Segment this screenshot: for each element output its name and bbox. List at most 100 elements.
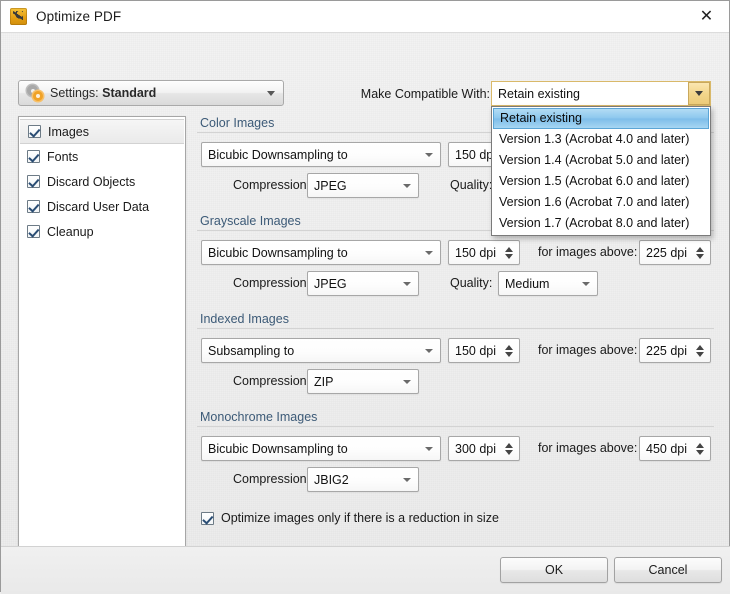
downsampling-method-combo[interactable]: Bicubic Downsampling to [201, 436, 441, 461]
settings-value: Standard [102, 86, 157, 100]
stepper-arrows-icon[interactable] [696, 246, 704, 259]
group-monochrome-images: Monochrome Images Bicubic Downsampling to… [197, 410, 714, 495]
stepper-arrows-icon[interactable] [696, 344, 704, 357]
stepper-arrows-icon[interactable] [505, 442, 513, 455]
optimize-images-only-checkbox[interactable]: Optimize images only if there is a reduc… [201, 511, 499, 525]
dropdown-option[interactable]: Retain existing [493, 108, 709, 129]
target-dpi-stepper[interactable]: 300 dpi [448, 436, 520, 461]
optimize-pdf-dialog: Optimize PDF ✕ Settings: Standard Make C… [0, 0, 730, 594]
downsampling-row: Bicubic Downsampling to 300 dpi for images… [197, 436, 714, 464]
stepper-arrows-icon[interactable] [696, 442, 704, 455]
quality-value: Medium [505, 276, 550, 291]
compression-combo[interactable]: JPEG [307, 271, 419, 296]
make-compatible-value: Retain existing [498, 86, 580, 101]
checkbox-icon[interactable] [27, 150, 40, 163]
chevron-down-icon [267, 90, 275, 96]
sidebar-item-fonts[interactable]: Fonts [19, 144, 185, 169]
downsampling-method-combo[interactable]: Subsampling to [201, 338, 441, 363]
quality-combo[interactable]: Medium [498, 271, 598, 296]
sidebar-item-label: Fonts [47, 149, 79, 164]
checkbox-icon[interactable] [27, 225, 40, 238]
chevron-down-icon [403, 281, 411, 286]
chevron-down-icon [403, 477, 411, 482]
threshold-dpi-stepper[interactable]: 225 dpi [639, 240, 711, 265]
sidebar-item-cleanup[interactable]: Cleanup [19, 219, 185, 244]
divider [197, 328, 714, 329]
downsampling-method-value: Bicubic Downsampling to [208, 441, 348, 456]
sidebar-item-label: Discard Objects [47, 174, 136, 189]
group-title: Indexed Images [200, 312, 289, 326]
target-dpi-value: 150 dpi [455, 147, 497, 162]
downsampling-row: Bicubic Downsampling to 150 dpi for images… [197, 240, 714, 268]
sidebar-item-label: Discard User Data [47, 199, 150, 214]
settings-preset-combo[interactable]: Settings: Standard [18, 80, 284, 106]
compression-label: Compression [233, 276, 307, 290]
threshold-dpi-stepper[interactable]: 225 dpi [639, 338, 711, 363]
chevron-down-icon [403, 379, 411, 384]
settings-prefix: Settings: [50, 86, 99, 100]
sidebar-item-discard-objects[interactable]: Discard Objects [19, 169, 185, 194]
compression-row: Compression JBIG2 [197, 467, 714, 495]
downsampling-method-value: Bicubic Downsampling to [208, 147, 348, 162]
close-icon[interactable]: ✕ [684, 1, 729, 31]
threshold-dpi-stepper[interactable]: 450 dpi [639, 436, 711, 461]
threshold-dpi-value: 450 dpi [646, 441, 688, 456]
stepper-arrows-icon[interactable] [505, 344, 513, 357]
dialog-body: Settings: Standard Make Compatible With:… [1, 33, 730, 594]
downsampling-method-combo[interactable]: Bicubic Downsampling to [201, 142, 441, 167]
compression-value: JPEG [314, 178, 347, 193]
threshold-dpi-value: 225 dpi [646, 245, 688, 260]
downsampling-row: Subsampling to 150 dpi for images above: 22… [197, 338, 714, 366]
target-dpi-value: 150 dpi [455, 245, 497, 260]
compression-value: ZIP [314, 374, 334, 389]
downsampling-method-combo[interactable]: Bicubic Downsampling to [201, 240, 441, 265]
chevron-down-icon[interactable] [688, 82, 710, 105]
compression-value: JPEG [314, 276, 347, 291]
make-compatible-label: Make Compatible With: [360, 87, 490, 101]
stepper-arrows-icon[interactable] [505, 246, 513, 259]
checkbox-icon[interactable] [27, 200, 40, 213]
target-dpi-stepper[interactable]: 150 dpi [448, 338, 520, 363]
compression-combo[interactable]: JBIG2 [307, 467, 419, 492]
compression-row: Compression JPEG Quality: Medium [197, 271, 714, 299]
for-images-above-label: for images above: [538, 441, 638, 455]
target-dpi-stepper[interactable]: 150 dpi [448, 240, 520, 265]
chevron-down-icon [425, 152, 433, 157]
for-images-above-label: for images above: [538, 343, 638, 357]
ok-button[interactable]: OK [500, 557, 608, 583]
window-title: Optimize PDF [36, 9, 122, 24]
sidebar-item-images[interactable]: Images [20, 119, 184, 144]
downsampling-method-value: Bicubic Downsampling to [208, 245, 348, 260]
group-indexed-images: Indexed Images Subsampling to 150 dpi for i… [197, 312, 714, 397]
compression-combo[interactable]: ZIP [307, 369, 419, 394]
gears-icon [27, 85, 43, 101]
target-dpi-value: 150 dpi [455, 343, 497, 358]
dropdown-option[interactable]: Version 1.5 (Acrobat 6.0 and later) [493, 171, 709, 192]
compression-combo[interactable]: JPEG [307, 173, 419, 198]
compression-label: Compression [233, 178, 307, 192]
compression-label: Compression [233, 472, 307, 486]
compression-label: Compression [233, 374, 307, 388]
checkbox-icon[interactable] [27, 175, 40, 188]
dropdown-option[interactable]: Version 1.7 (Acrobat 8.0 and later) [493, 213, 709, 234]
dropdown-option[interactable]: Version 1.3 (Acrobat 4.0 and later) [493, 129, 709, 150]
optimization-category-list[interactable]: Images Fonts Discard Objects Discard User D… [18, 116, 186, 569]
cancel-button[interactable]: Cancel [614, 557, 722, 583]
sidebar-item-label: Images [48, 124, 89, 139]
settings-combo-label: Settings: Standard [50, 86, 156, 100]
sidebar-item-label: Cleanup [47, 224, 94, 239]
divider [197, 426, 714, 427]
checkbox-icon[interactable] [28, 125, 41, 138]
dropdown-option[interactable]: Version 1.6 (Acrobat 7.0 and later) [493, 192, 709, 213]
make-compatible-dropdown-list[interactable]: Retain existing Version 1.3 (Acrobat 4.0 … [491, 106, 711, 236]
compression-value: JBIG2 [314, 472, 349, 487]
chevron-down-icon [582, 281, 590, 286]
compression-row: Compression ZIP [197, 369, 714, 397]
dropdown-option[interactable]: Version 1.4 (Acrobat 5.0 and later) [493, 150, 709, 171]
chevron-down-icon [425, 348, 433, 353]
downsampling-method-value: Subsampling to [208, 343, 295, 358]
dialog-footer: OK Cancel [1, 546, 730, 594]
quality-label: Quality: [450, 276, 493, 290]
make-compatible-combo[interactable]: Retain existing [491, 81, 711, 106]
sidebar-item-discard-user-data[interactable]: Discard User Data [19, 194, 185, 219]
